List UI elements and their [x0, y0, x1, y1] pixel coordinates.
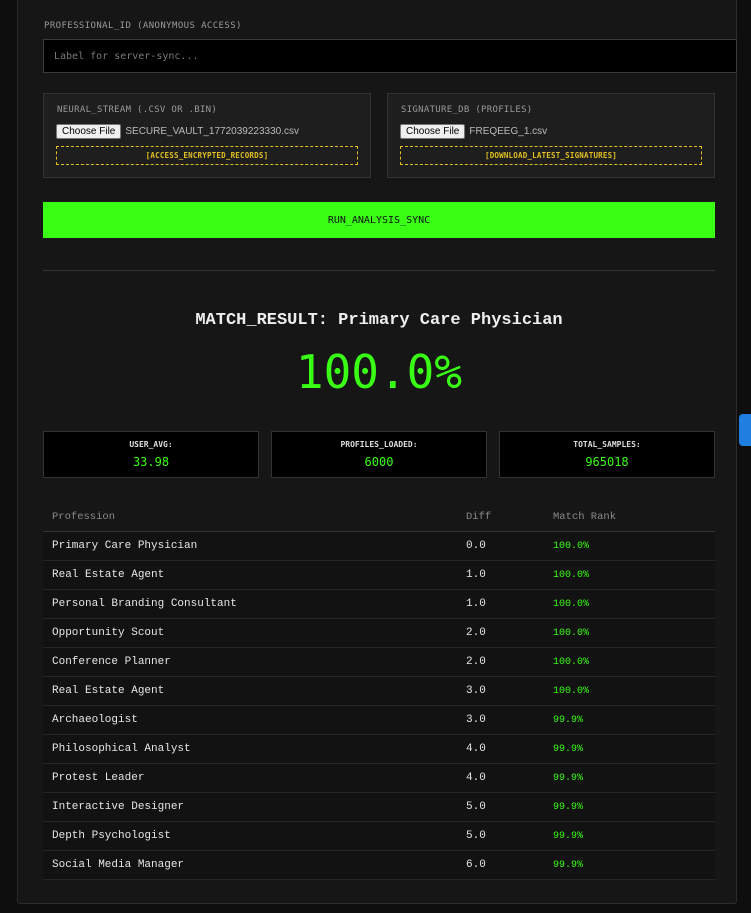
table-row: Primary Care Physician 0.0 100.0%: [43, 531, 715, 561]
table-row: Protest Leader 4.0 99.9%: [43, 763, 715, 793]
table-row: Social Media Manager 6.0 99.9%: [43, 850, 715, 880]
profession-cell: Depth Psychologist: [43, 821, 457, 851]
column-header-profession: Profession: [43, 503, 457, 532]
match-rank-cell: 99.9%: [544, 821, 715, 851]
neural-stream-file-row: Choose File SECURE_VAULT_1772039223330.c…: [56, 124, 299, 139]
profession-cell: Philosophical Analyst: [43, 734, 457, 764]
diff-cell: 2.0: [457, 647, 544, 677]
stat-value: 965018: [585, 455, 629, 469]
diff-cell: 1.0: [457, 589, 544, 619]
section-divider: [43, 270, 715, 271]
match-rank-cell: 99.9%: [544, 850, 715, 880]
side-panel-handle[interactable]: [739, 414, 751, 446]
stat-label: PROFILES_LOADED:: [340, 440, 418, 449]
profession-cell: Protest Leader: [43, 763, 457, 793]
diff-cell: 0.0: [457, 531, 544, 561]
stat-user-avg: USER_AVG: 33.98: [43, 431, 259, 478]
table-row: Conference Planner 2.0 100.0%: [43, 647, 715, 677]
diff-cell: 1.0: [457, 560, 544, 590]
run-analysis-sync-button[interactable]: RUN_ANALYSIS_SYNC: [43, 202, 715, 238]
table-row: Interactive Designer 5.0 99.9%: [43, 792, 715, 822]
match-rank-cell: 100.0%: [544, 647, 715, 677]
profession-cell: Real Estate Agent: [43, 676, 457, 706]
match-rank-cell: 100.0%: [544, 560, 715, 590]
match-rank-cell: 100.0%: [544, 589, 715, 619]
match-percent: 100.0%: [295, 345, 463, 399]
match-rank-cell: 99.9%: [544, 705, 715, 735]
profession-cell: Archaeologist: [43, 705, 457, 735]
neural-stream-file-name: SECURE_VAULT_1772039223330.csv: [125, 126, 299, 137]
diff-cell: 3.0: [457, 705, 544, 735]
signature-db-upload: SIGNATURE_DB (PROFILES) Choose File FREQ…: [387, 93, 715, 178]
profession-cell: Social Media Manager: [43, 850, 457, 880]
profession-cell: Interactive Designer: [43, 792, 457, 822]
neural-stream-title: NEURAL_STREAM (.CSV OR .BIN): [57, 105, 218, 115]
stat-value: 33.98: [132, 455, 170, 469]
stat-profiles-loaded: PROFILES_LOADED: 6000: [271, 431, 487, 478]
match-rank-cell: 99.9%: [544, 763, 715, 793]
table-row: Archaeologist 3.0 99.9%: [43, 705, 715, 735]
main-panel: PROFESSIONAL_ID (ANONYMOUS ACCESS) NEURA…: [17, 0, 737, 904]
column-header-diff: Diff: [457, 503, 544, 532]
diff-cell: 6.0: [457, 850, 544, 880]
match-rank-cell: 99.9%: [544, 792, 715, 822]
profession-cell: Opportunity Scout: [43, 618, 457, 648]
stat-label: TOTAL_SAMPLES:: [573, 440, 641, 449]
diff-cell: 5.0: [457, 792, 544, 822]
neural-stream-choose-file-button[interactable]: Choose File: [56, 124, 122, 139]
download-latest-signatures-link[interactable]: [DOWNLOAD_LATEST_SIGNATURES]: [400, 146, 702, 165]
professional-id-input[interactable]: [43, 39, 737, 73]
signature-db-title: SIGNATURE_DB (PROFILES): [401, 105, 533, 115]
match-result-title: MATCH_RESULT: Primary Care Physician: [195, 311, 563, 330]
table-row: Real Estate Agent 1.0 100.0%: [43, 560, 715, 590]
signature-db-file-row: Choose File FREQEEG_1.csv: [400, 124, 547, 139]
profession-cell: Primary Care Physician: [43, 531, 457, 561]
access-encrypted-records-link[interactable]: [ACCESS_ENCRYPTED_RECORDS]: [56, 146, 358, 165]
table-row: Depth Psychologist 5.0 99.9%: [43, 821, 715, 851]
table-header-row: Profession Diff Match Rank: [43, 503, 715, 532]
match-rank-cell: 99.9%: [544, 734, 715, 764]
table-row: Personal Branding Consultant 1.0 100.0%: [43, 589, 715, 619]
diff-cell: 4.0: [457, 734, 544, 764]
profession-cell: Conference Planner: [43, 647, 457, 677]
stat-total-samples: TOTAL_SAMPLES: 965018: [499, 431, 715, 478]
table-row: Opportunity Scout 2.0 100.0%: [43, 618, 715, 648]
signature-db-choose-file-button[interactable]: Choose File: [400, 124, 466, 139]
stat-label: USER_AVG:: [129, 440, 173, 449]
profession-cell: Personal Branding Consultant: [43, 589, 457, 619]
diff-cell: 5.0: [457, 821, 544, 851]
table-row: Philosophical Analyst 4.0 99.9%: [43, 734, 715, 764]
column-header-match-rank: Match Rank: [544, 503, 715, 532]
table-row: Real Estate Agent 3.0 100.0%: [43, 676, 715, 706]
results-table: Profession Diff Match Rank Primary Care …: [43, 503, 715, 880]
match-rank-cell: 100.0%: [544, 618, 715, 648]
diff-cell: 3.0: [457, 676, 544, 706]
stat-value: 6000: [364, 455, 394, 469]
match-rank-cell: 100.0%: [544, 531, 715, 561]
profession-cell: Real Estate Agent: [43, 560, 457, 590]
match-rank-cell: 100.0%: [544, 676, 715, 706]
signature-db-file-name: FREQEEG_1.csv: [469, 126, 548, 137]
diff-cell: 2.0: [457, 618, 544, 648]
diff-cell: 4.0: [457, 763, 544, 793]
professional-id-label: PROFESSIONAL_ID (ANONYMOUS ACCESS): [44, 21, 242, 31]
neural-stream-upload: NEURAL_STREAM (.CSV OR .BIN) Choose File…: [43, 93, 371, 178]
